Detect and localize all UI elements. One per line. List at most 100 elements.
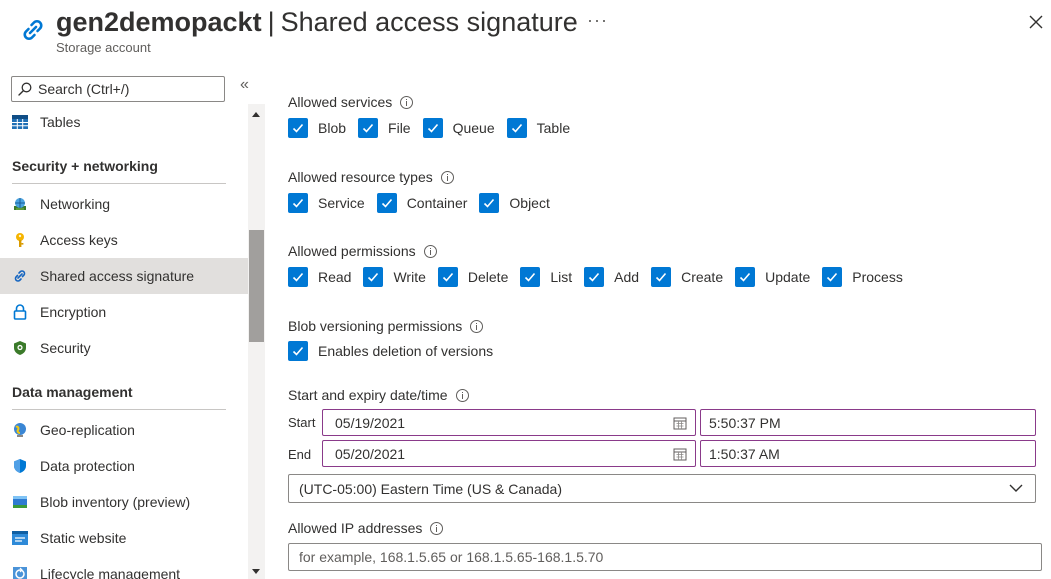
group-label-text: Allowed services: [288, 94, 393, 110]
checkbox-label: Update: [765, 269, 811, 285]
info-icon[interactable]: [440, 170, 454, 184]
sidebar-item-access-keys[interactable]: Access keys: [0, 222, 248, 258]
start-time-value: 5:50:37 PM: [709, 414, 781, 431]
start-date-value: 05/19/2021: [335, 414, 406, 431]
sidebar-item-networking[interactable]: Networking: [0, 186, 248, 222]
allowed-ip-label: Allowed IP addresses: [288, 520, 444, 536]
group-label-text: Allowed permissions: [288, 243, 416, 259]
checkbox-checked-icon: [288, 193, 308, 213]
checkbox-object[interactable]: Object: [479, 193, 550, 213]
scroll-down-arrow-icon[interactable]: [252, 569, 260, 574]
allowed-permissions-label: Allowed permissions: [288, 243, 437, 259]
group-label-text: Allowed IP addresses: [288, 520, 423, 536]
checkbox-write[interactable]: Write: [363, 267, 426, 287]
checkbox-label: Container: [406, 195, 468, 211]
sidebar-item-geo-replication[interactable]: Geo-replication: [0, 412, 248, 448]
lock-icon: [12, 304, 28, 320]
sidebar-item-tables[interactable]: Tables: [0, 104, 248, 140]
checkbox-checked-icon: [437, 267, 458, 287]
sidebar-item-label: Lifecycle management: [40, 566, 181, 579]
checkbox-checked-icon: [363, 267, 384, 287]
sidebar-item-data-protection[interactable]: Data protection: [0, 448, 248, 484]
checkbox-queue[interactable]: Queue: [422, 118, 495, 138]
title-separator: |: [267, 7, 275, 37]
info-icon[interactable]: [455, 388, 469, 402]
checkbox-blob[interactable]: Blob: [288, 118, 346, 138]
shared-access-signature-icon: [23, 19, 43, 41]
allowed-ip-input[interactable]: for example, 168.1.5.65 or 168.1.5.65-16…: [288, 543, 1042, 571]
checkbox-label: Write: [393, 269, 426, 285]
sidebar-item-label: Security: [40, 340, 91, 356]
sidebar-scrollbar[interactable]: [248, 104, 265, 579]
resource-name: gen2demopackt: [56, 7, 262, 37]
checkbox-label: Enables deletion of versions: [318, 343, 494, 359]
key-icon: [12, 232, 28, 248]
allowed-permissions-options: Read Write Delete List Add Create Update…: [288, 266, 915, 288]
checkbox-label: Service: [318, 195, 365, 211]
end-label: End: [288, 447, 312, 462]
checkbox-checked-icon: [358, 118, 379, 138]
sidebar-nav: Tables Security + networking Networking …: [0, 104, 248, 579]
sidebar-item-static-website[interactable]: Static website: [0, 520, 248, 556]
sidebar-item-label: Tables: [40, 114, 81, 130]
allowed-ip-placeholder: for example, 168.1.5.65 or 168.1.5.65-16…: [299, 549, 604, 565]
sidebar-item-shared-access-signature[interactable]: Shared access signature: [0, 258, 248, 294]
start-label: Start: [288, 415, 316, 430]
globe-icon: [12, 422, 28, 438]
sidebar-item-encryption[interactable]: Encryption: [0, 294, 248, 330]
sidebar-item-security[interactable]: Security: [0, 330, 248, 366]
blob-versioning-options: Enables deletion of versions: [288, 340, 505, 362]
checkbox-checked-icon: [520, 267, 541, 287]
scroll-up-arrow-icon[interactable]: [252, 112, 260, 117]
search-icon: [18, 82, 32, 96]
checkbox-checked-icon: [822, 267, 843, 287]
checkbox-update[interactable]: Update: [735, 267, 810, 287]
checkbox-file[interactable]: File: [358, 118, 411, 138]
end-time-field[interactable]: 1:50:37 AM: [700, 440, 1036, 467]
end-time-value: 1:50:37 AM: [709, 445, 780, 462]
sidebar-item-label: Geo-replication: [40, 422, 135, 438]
checkbox-label: Read: [318, 269, 352, 285]
sidebar-item-lifecycle-management[interactable]: Lifecycle management: [0, 556, 248, 579]
website-icon: [12, 530, 28, 546]
checkbox-delete[interactable]: Delete: [437, 267, 508, 287]
sidebar-section-data-management: Data management: [12, 374, 226, 410]
checkbox-checked-icon: [735, 267, 756, 287]
sidebar-item-label: Blob inventory (preview): [40, 494, 191, 510]
calendar-icon[interactable]: [673, 416, 687, 430]
info-icon[interactable]: [430, 521, 444, 535]
group-label-text: Start and expiry date/time: [288, 387, 448, 403]
checkbox-service[interactable]: Service: [288, 193, 365, 213]
checkbox-read[interactable]: Read: [288, 267, 351, 287]
timezone-dropdown[interactable]: (UTC-05:00) Eastern Time (US & Canada): [288, 474, 1036, 503]
end-date-field[interactable]: 05/20/2021: [322, 440, 696, 467]
checkbox-label: Process: [852, 269, 903, 285]
sidebar-item-label: Shared access signature: [40, 268, 195, 284]
checkbox-checked-icon: [479, 193, 500, 213]
checkbox-add[interactable]: Add: [584, 267, 639, 287]
calendar-icon[interactable]: [673, 447, 687, 461]
checkbox-enable-version-deletion[interactable]: Enables deletion of versions: [288, 341, 493, 361]
checkbox-checked-icon: [506, 118, 527, 138]
checkbox-label: Table: [536, 120, 571, 136]
start-time-field[interactable]: 5:50:37 PM: [700, 409, 1036, 436]
checkbox-table[interactable]: Table: [506, 118, 571, 138]
checkbox-list[interactable]: List: [520, 267, 572, 287]
search-input[interactable]: Search (Ctrl+/): [11, 76, 225, 102]
tables-icon: [12, 114, 28, 130]
checkbox-process[interactable]: Process: [822, 267, 903, 287]
sidebar-item-blob-inventory[interactable]: Blob inventory (preview): [0, 484, 248, 520]
start-expiry-label: Start and expiry date/time: [288, 387, 469, 403]
checkbox-checked-icon: [422, 118, 443, 138]
checkbox-container[interactable]: Container: [376, 193, 468, 213]
info-icon[interactable]: [400, 95, 414, 109]
info-icon[interactable]: [470, 319, 484, 333]
start-date-field[interactable]: 05/19/2021: [322, 409, 696, 436]
search-placeholder: Search (Ctrl+/): [38, 81, 130, 97]
scrollbar-thumb[interactable]: [249, 230, 264, 342]
checkbox-label: Create: [681, 269, 724, 285]
checkbox-create[interactable]: Create: [651, 267, 723, 287]
info-icon[interactable]: [423, 244, 437, 258]
collapse-sidebar-button[interactable]: «: [240, 76, 249, 94]
checkbox-checked-icon: [584, 267, 605, 287]
